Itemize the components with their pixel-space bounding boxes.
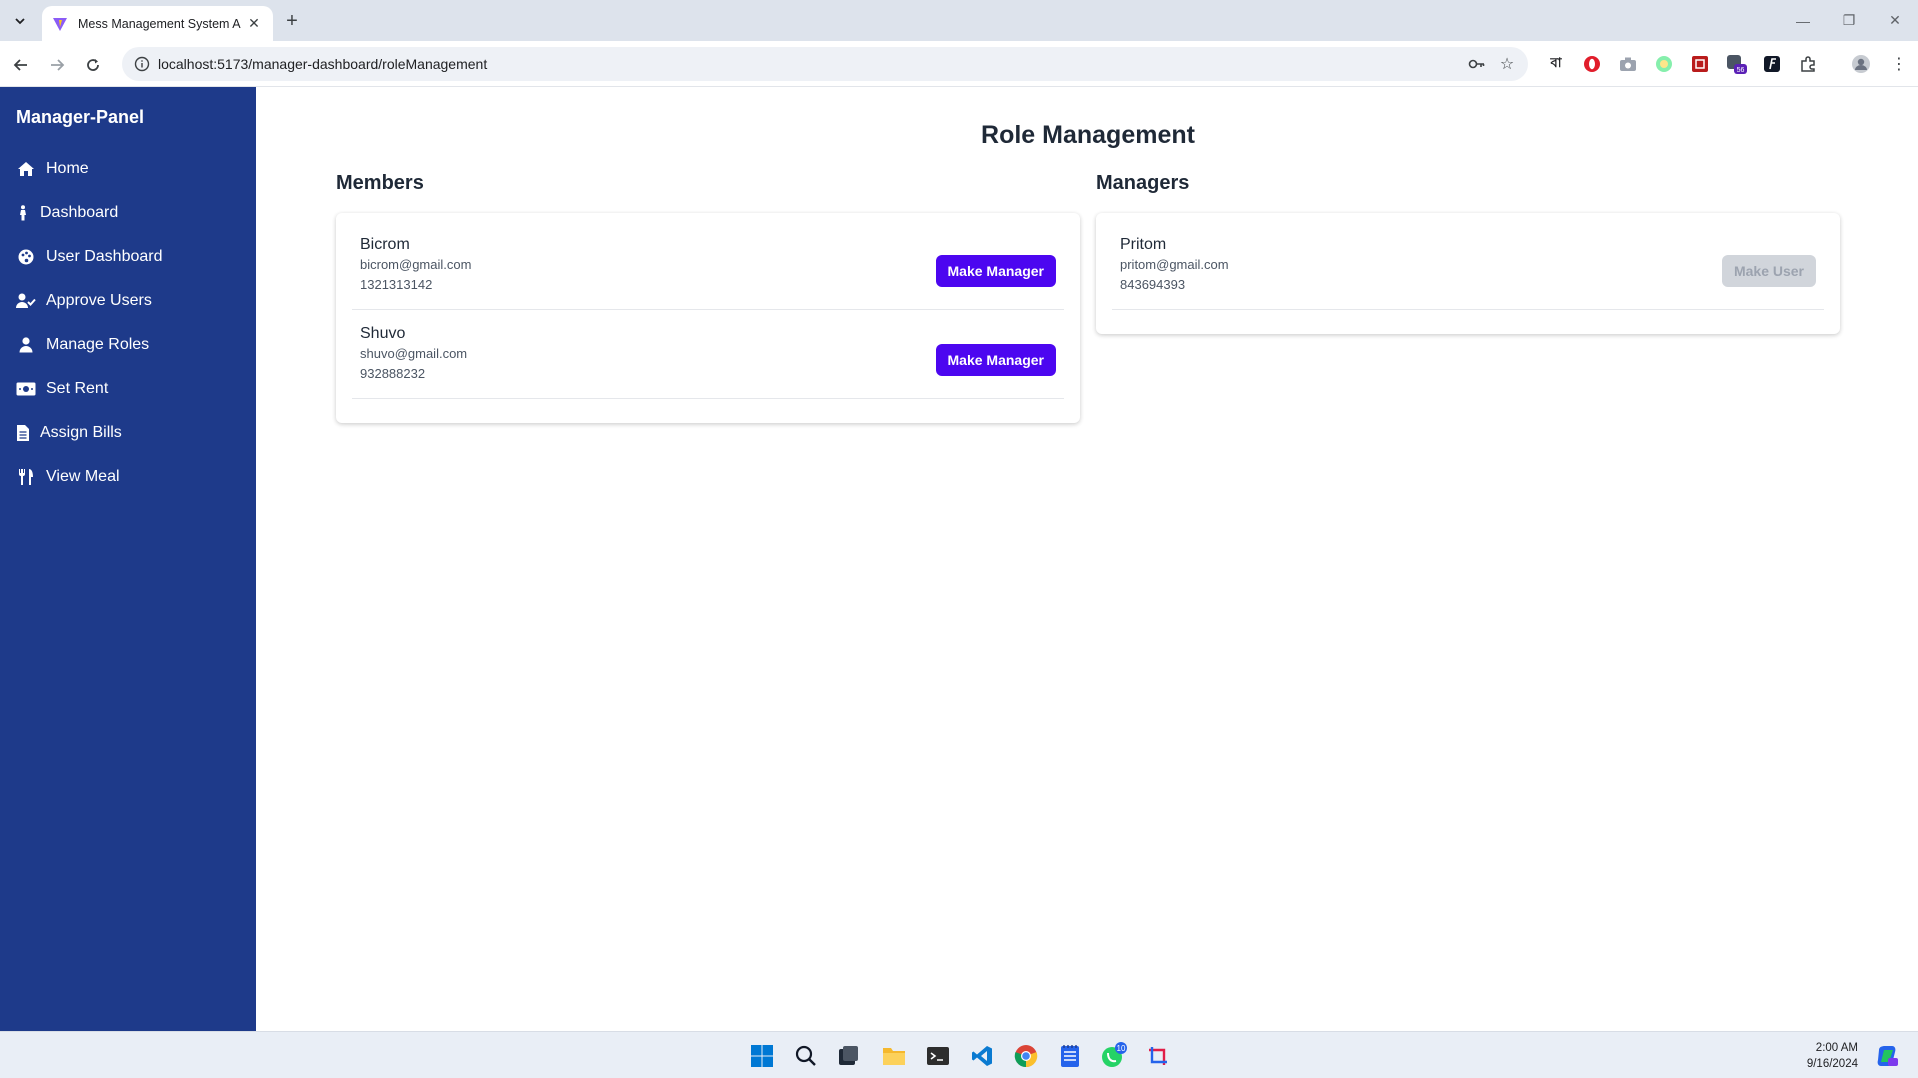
restore-icon[interactable]: ❐ bbox=[1826, 0, 1872, 41]
sidebar-item-dashboard[interactable]: Dashboard bbox=[0, 191, 256, 235]
person-walking-icon bbox=[16, 203, 30, 223]
make-manager-button[interactable]: Make Manager bbox=[935, 255, 1056, 287]
screenshot-extension-icon[interactable] bbox=[1689, 53, 1711, 75]
close-window-icon[interactable]: ✕ bbox=[1872, 0, 1918, 41]
snipping-tool-icon[interactable] bbox=[1143, 1041, 1173, 1071]
bangla-extension-icon[interactable]: বা bbox=[1545, 53, 1567, 75]
user-check-icon bbox=[16, 291, 36, 311]
notepad-icon[interactable] bbox=[1055, 1041, 1085, 1071]
whatsapp-icon[interactable]: 10 bbox=[1099, 1041, 1129, 1071]
browser-tab-active[interactable]: Mess Management System Am ✕ bbox=[42, 6, 273, 41]
back-arrow-icon[interactable] bbox=[8, 52, 34, 78]
sidebar-item-set-rent[interactable]: Set Rent bbox=[0, 367, 256, 411]
members-heading: Members bbox=[336, 172, 424, 194]
clock-time: 2:00 AM bbox=[1815, 1042, 1858, 1054]
file-icon bbox=[16, 423, 30, 443]
minimize-icon[interactable]: — bbox=[1780, 0, 1826, 41]
manager-email: pritom@gmail.com bbox=[1120, 257, 1229, 272]
windows-start-icon[interactable] bbox=[747, 1041, 777, 1071]
sidebar-item-assign-bills[interactable]: Assign Bills bbox=[0, 411, 256, 455]
sidebar-item-label: Assign Bills bbox=[40, 424, 122, 441]
tab-search-chevron-icon[interactable] bbox=[8, 9, 32, 33]
profile-avatar-icon[interactable] bbox=[1850, 53, 1872, 75]
browser-tab-strip: Mess Management System Am ✕ + — ❐ ✕ bbox=[0, 0, 1918, 41]
sidebar-brand: Manager-Panel bbox=[16, 107, 145, 127]
sidebar: Manager-Panel Home Dashboard User Dashbo… bbox=[0, 87, 256, 1031]
chrome-icon[interactable] bbox=[1011, 1041, 1041, 1071]
forward-arrow-icon[interactable] bbox=[44, 52, 70, 78]
os-taskbar: 10 2:00 AM 9/16/2024 bbox=[0, 1031, 1918, 1078]
manager-phone: 843694393 bbox=[1120, 277, 1186, 292]
member-name: Bicrom bbox=[360, 236, 410, 253]
utensils-icon bbox=[16, 467, 36, 487]
new-tab-plus-icon[interactable]: + bbox=[280, 9, 304, 33]
search-icon[interactable] bbox=[791, 1041, 821, 1071]
sidebar-item-label: Manage Roles bbox=[46, 336, 150, 353]
managers-card: Pritom pritom@gmail.com 843694393 Make U… bbox=[1096, 213, 1840, 334]
sidebar-item-view-meal[interactable]: View Meal bbox=[0, 455, 256, 499]
site-info-icon[interactable] bbox=[132, 54, 152, 74]
member-name: Shuvo bbox=[360, 325, 406, 342]
password-key-icon[interactable] bbox=[1462, 49, 1492, 79]
browser-toolbar: localhost:5173/manager-dashboard/roleMan… bbox=[0, 41, 1918, 87]
url-text: localhost:5173/manager-dashboard/roleMan… bbox=[158, 56, 488, 72]
sidebar-item-label: Home bbox=[46, 160, 89, 177]
member-row: Shuvo shuvo@gmail.com 932888232 Make Man… bbox=[352, 310, 1064, 399]
main-content: Role Management Members Bicrom bicrom@gm… bbox=[256, 87, 1918, 1031]
camera-extension-icon[interactable] bbox=[1617, 53, 1639, 75]
manager-name: Pritom bbox=[1120, 236, 1167, 253]
sidebar-item-home[interactable]: Home bbox=[0, 147, 256, 191]
tab-title: Mess Management System Am bbox=[78, 16, 241, 31]
task-view-icon[interactable] bbox=[833, 1041, 863, 1071]
color-picker-extension-icon[interactable] bbox=[1653, 53, 1675, 75]
reload-icon[interactable] bbox=[80, 52, 106, 78]
member-row: Bicrom bicrom@gmail.com 1321313142 Make … bbox=[352, 221, 1064, 310]
sidebar-item-user-dashboard[interactable]: User Dashboard bbox=[0, 235, 256, 279]
address-bar[interactable]: localhost:5173/manager-dashboard/roleMan… bbox=[122, 47, 1528, 81]
home-icon bbox=[16, 159, 36, 179]
terminal-icon[interactable] bbox=[923, 1041, 953, 1071]
sidebar-item-approve-users[interactable]: Approve Users bbox=[0, 279, 256, 323]
manager-row: Pritom pritom@gmail.com 843694393 Make U… bbox=[1112, 221, 1824, 310]
palette-icon bbox=[16, 247, 36, 267]
badge-extension-icon[interactable]: 56 bbox=[1725, 53, 1747, 75]
bookmark-star-icon[interactable]: ☆ bbox=[1492, 49, 1522, 79]
vscode-icon[interactable] bbox=[967, 1041, 997, 1071]
sidebar-item-label: Approve Users bbox=[46, 292, 152, 309]
clock-date: 9/16/2024 bbox=[1806, 1058, 1858, 1070]
sidebar-item-manage-roles[interactable]: Manage Roles bbox=[0, 323, 256, 367]
system-clock[interactable]: 2:00 AM 9/16/2024 bbox=[1807, 1040, 1858, 1072]
sidebar-item-label: Dashboard bbox=[40, 204, 119, 221]
user-icon bbox=[16, 335, 36, 355]
make-user-button[interactable]: Make User bbox=[1721, 255, 1816, 287]
sidebar-item-label: View Meal bbox=[46, 468, 120, 485]
opera-extension-icon[interactable] bbox=[1581, 53, 1603, 75]
file-explorer-icon[interactable] bbox=[879, 1041, 909, 1071]
sidebar-item-label: User Dashboard bbox=[46, 248, 163, 265]
members-section: Members Bicrom bicrom@gmail.com 13213131… bbox=[336, 171, 1080, 423]
browser-menu-kebab-icon[interactable]: ⋮ bbox=[1888, 53, 1910, 75]
money-bill-icon bbox=[16, 379, 36, 399]
members-card: Bicrom bicrom@gmail.com 1321313142 Make … bbox=[336, 213, 1080, 423]
sidebar-nav: Home Dashboard User Dashboard Approve Us… bbox=[0, 147, 256, 499]
vite-favicon-icon bbox=[53, 17, 67, 31]
tab-close-icon[interactable]: ✕ bbox=[245, 15, 263, 33]
sidebar-item-label: Set Rent bbox=[46, 380, 109, 397]
font-extension-icon[interactable] bbox=[1761, 53, 1783, 75]
managers-section: Managers Pritom pritom@gmail.com 8436943… bbox=[1096, 171, 1840, 334]
copilot-icon[interactable] bbox=[1872, 1041, 1902, 1071]
page-title: Role Management bbox=[981, 121, 1195, 149]
whatsapp-badge-count: 10 bbox=[1117, 1044, 1126, 1053]
managers-heading: Managers bbox=[1096, 172, 1190, 194]
extension-badge-count: 56 bbox=[1737, 67, 1745, 74]
make-manager-button[interactable]: Make Manager bbox=[935, 344, 1056, 376]
extensions-puzzle-icon[interactable] bbox=[1797, 53, 1819, 75]
